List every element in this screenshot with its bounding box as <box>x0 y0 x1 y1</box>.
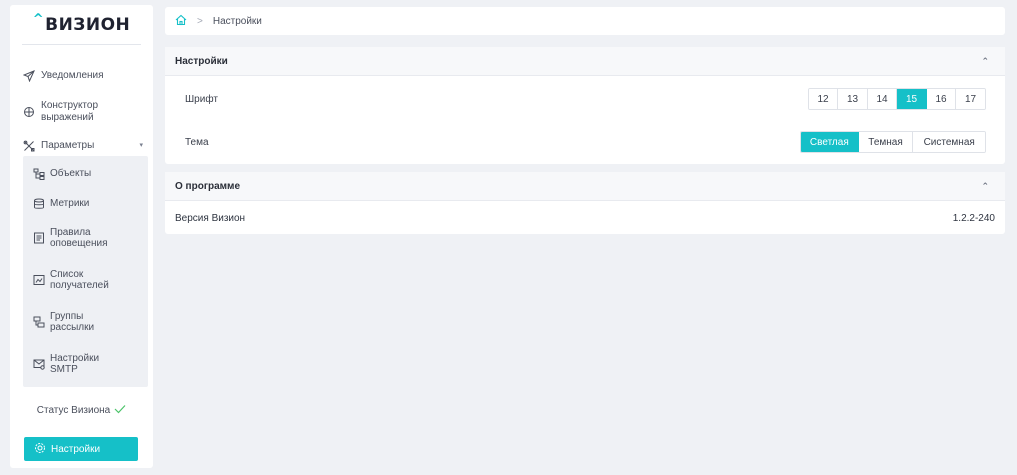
font-label: Шрифт <box>185 94 218 105</box>
sidebar-item-label: Настройки <box>51 443 101 455</box>
breadcrumb: > Настройки <box>165 7 1005 35</box>
sidebar-item-label: Уведомления <box>41 70 104 81</box>
sidebar-item-smtp-settings[interactable]: Настройки SMTP <box>32 353 142 375</box>
sidebar-sub-label: Метрики <box>50 198 90 209</box>
sidebar-item-mailing-groups[interactable]: Группы рассылки <box>32 311 142 333</box>
sidebar-item-label: Конструктор выражений <box>41 100 99 123</box>
font-option-13[interactable]: 13 <box>838 89 868 109</box>
vision-status[interactable]: Статус Визиона <box>10 404 153 417</box>
sidebar-item-recipients[interactable]: Список получателей <box>32 269 142 291</box>
font-option-14[interactable]: 14 <box>868 89 897 109</box>
sidebar-item-expression-builder[interactable]: Конструктор выражений <box>22 100 149 124</box>
status-label: Статус Визиона <box>36 405 111 416</box>
about-panel: О программе ⌃ Версия Визион 1.2.2-240 <box>165 172 1005 234</box>
move-icon <box>22 105 36 119</box>
chevron-right-icon: > <box>197 15 203 27</box>
home-icon[interactable] <box>175 14 187 29</box>
sidebar-sub-label: Правила оповещения <box>50 227 108 249</box>
version-value: 1.2.2-240 <box>952 212 995 224</box>
sidebar-sub-label: Список получателей <box>50 269 109 291</box>
logo-caret: ^ <box>32 12 45 27</box>
chevron-up-icon[interactable]: ⌃ <box>981 56 989 67</box>
theme-option-dark[interactable]: Темная <box>858 132 914 152</box>
check-icon <box>114 404 126 417</box>
recipients-icon <box>32 274 45 287</box>
font-size-selector: 12 13 14 15 16 17 <box>808 88 986 110</box>
settings-panel-header[interactable]: Настройки ⌃ <box>165 47 1005 76</box>
parameters-submenu: Объекты Метрики Правила оповещения Списо… <box>23 156 148 387</box>
logo: ^ ВИЗИОН <box>22 5 141 45</box>
send-icon <box>22 69 36 83</box>
sidebar-sub-label: Настройки SMTP <box>50 353 100 375</box>
breadcrumb-current: Настройки <box>212 15 262 27</box>
logo-text: ВИЗИОН <box>45 14 131 35</box>
rules-icon <box>32 232 45 245</box>
theme-label: Тема <box>185 137 209 148</box>
version-row: Версия Визион 1.2.2-240 <box>165 201 1005 235</box>
font-option-12[interactable]: 12 <box>809 89 838 109</box>
gear-icon <box>34 442 46 457</box>
theme-option-system[interactable]: Системная <box>913 132 985 152</box>
sidebar-item-label: Параметры <box>41 140 95 151</box>
font-option-17[interactable]: 17 <box>956 89 985 109</box>
font-option-16[interactable]: 16 <box>927 89 956 109</box>
about-panel-header[interactable]: О программе ⌃ <box>165 172 1005 201</box>
sidebar-item-alert-rules[interactable]: Правила оповещения <box>32 227 142 249</box>
theme-selector: Светлая Темная Системная <box>800 131 986 153</box>
sidebar-sub-label: Группы рассылки <box>50 311 95 333</box>
panel-title: Настройки <box>175 55 228 67</box>
hierarchy-icon <box>32 167 45 180</box>
mail-settings-icon <box>32 358 45 371</box>
sidebar-item-metrics[interactable]: Метрики <box>32 197 142 210</box>
font-option-15[interactable]: 15 <box>897 89 927 109</box>
chevron-up-icon[interactable]: ⌃ <box>981 181 989 192</box>
sidebar: ^ ВИЗИОН Уведомления Конструктор выражен… <box>10 5 153 468</box>
sidebar-item-notifications[interactable]: Уведомления <box>22 69 149 83</box>
sidebar-item-parameters[interactable]: Параметры ▾ <box>22 139 149 153</box>
database-icon <box>32 197 45 210</box>
panel-title: О программе <box>175 180 241 192</box>
sidebar-sub-label: Объекты <box>50 168 92 179</box>
settings-panel: Настройки ⌃ Шрифт 12 13 14 15 16 17 Тема… <box>165 47 1005 164</box>
version-label: Версия Визион <box>175 212 246 224</box>
sidebar-item-objects[interactable]: Объекты <box>32 167 142 180</box>
groups-icon <box>32 316 45 329</box>
theme-option-light[interactable]: Светлая <box>801 132 859 152</box>
sidebar-item-settings[interactable]: Настройки <box>24 437 138 461</box>
chevron-down-icon: ▾ <box>139 142 143 149</box>
tools-icon <box>22 139 36 153</box>
